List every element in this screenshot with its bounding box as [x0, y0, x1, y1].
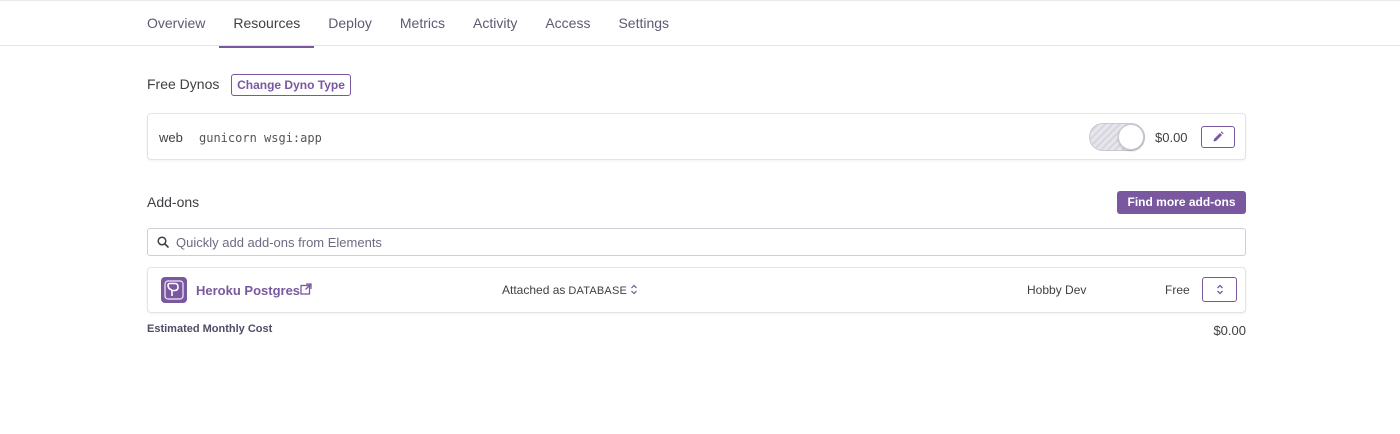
app-tabs: Overview Resources Deploy Metrics Activi… [133, 1, 683, 48]
pencil-icon [1213, 131, 1224, 142]
attached-prefix: Attached as [502, 283, 566, 297]
addon-row: Heroku Postgres Attached as DATABASE Hobb… [147, 267, 1246, 313]
chevron-up-down-icon [1216, 284, 1223, 295]
dyno-process-name: web [159, 130, 183, 145]
edit-dyno-button[interactable] [1201, 126, 1235, 148]
tab-resources[interactable]: Resources [219, 1, 315, 48]
addon-cost: Free [1165, 283, 1190, 297]
find-more-addons-button[interactable]: Find more add-ons [1117, 191, 1246, 214]
dyno-command: gunicorn wsgi:app [199, 131, 322, 145]
addon-search-input[interactable] [176, 232, 1236, 252]
addon-search [147, 228, 1246, 256]
dyno-card: web gunicorn wsgi:app $0.00 [147, 113, 1246, 160]
addon-plan: Hobby Dev [1027, 283, 1087, 297]
toggle-knob [1118, 124, 1144, 150]
tab-overview[interactable]: Overview [133, 1, 219, 47]
tab-metrics[interactable]: Metrics [386, 1, 459, 47]
search-icon [157, 236, 169, 248]
external-link-icon[interactable] [300, 283, 312, 295]
estimated-cost-value: $0.00 [1213, 323, 1246, 338]
addon-attachment: Attached as DATABASE [502, 283, 638, 298]
dynos-section-title: Free Dynos [147, 76, 220, 92]
addon-options-button[interactable] [1202, 277, 1237, 302]
estimated-cost-label: Estimated Monthly Cost [147, 323, 273, 335]
heroku-postgres-logo-icon [161, 277, 187, 303]
app-nav-bar: Overview Resources Deploy Metrics Activi… [0, 0, 1400, 48]
tab-activity[interactable]: Activity [459, 1, 531, 47]
tab-access[interactable]: Access [531, 1, 604, 47]
addon-name-link[interactable]: Heroku Postgres [196, 283, 300, 298]
tab-settings[interactable]: Settings [604, 1, 683, 47]
chevron-up-down-icon[interactable] [630, 284, 638, 298]
attachment-name: DATABASE [568, 285, 628, 297]
addons-section-title: Add-ons [147, 194, 200, 210]
dyno-price: $0.00 [1155, 130, 1188, 145]
change-dyno-type-button[interactable]: Change Dyno Type [231, 74, 351, 96]
dyno-toggle[interactable] [1089, 123, 1145, 151]
tab-deploy[interactable]: Deploy [314, 1, 386, 47]
